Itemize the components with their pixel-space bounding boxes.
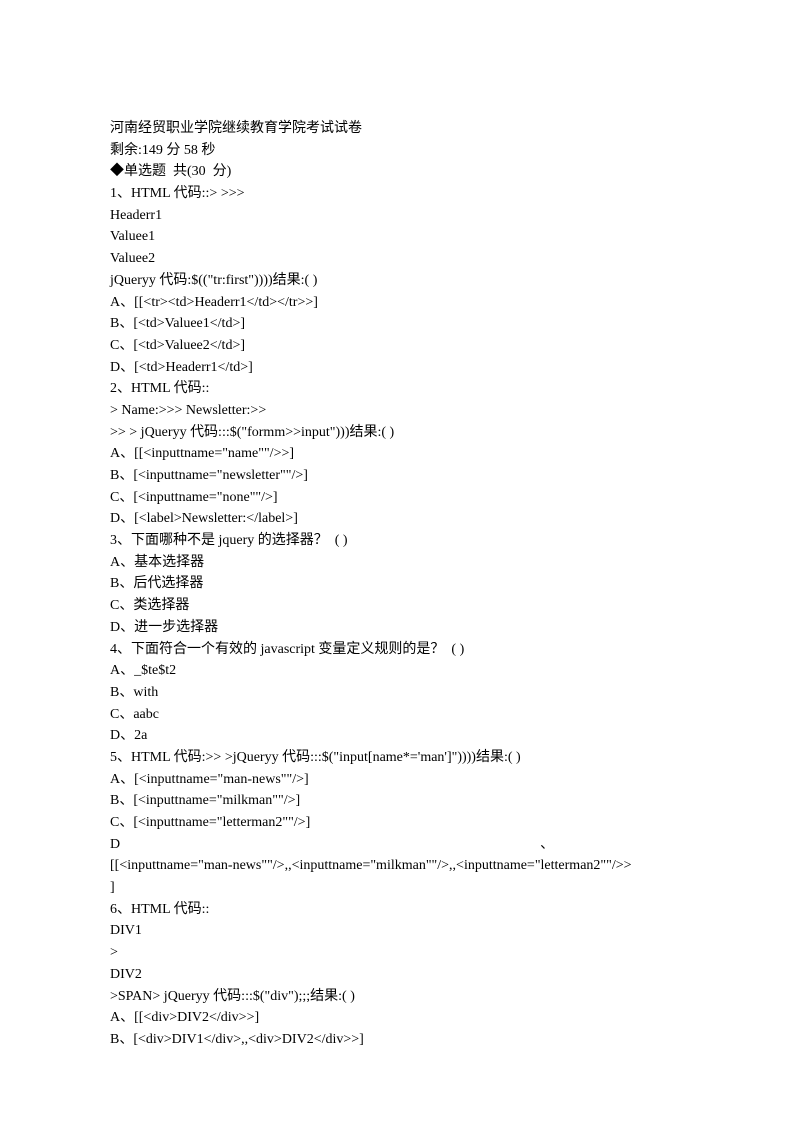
text-line: ◆单选题 共(30 分) <box>110 161 693 183</box>
text-line: D、进一步选择器 <box>110 617 693 639</box>
text-line: 河南经贸职业学院继续教育学院考试试卷 <box>110 118 693 140</box>
text-line: B、[<inputtname="milkman""/>] <box>110 790 693 812</box>
text-line: D、[<label>Newsletter:</label>] <box>110 508 693 530</box>
text-line: 4、下面符合一个有效的 javascript 变量定义规则的是？ ( ) <box>110 639 693 661</box>
text-line: [[<inputtname="man-news""/>,,<inputtname… <box>110 855 693 877</box>
exam-document: 河南经贸职业学院继续教育学院考试试卷剩余:149 分 58 秒◆单选题 共(30… <box>110 118 693 1051</box>
text-line: > Name:>>> Newsletter:>> <box>110 400 693 422</box>
text-line: A、_$te$t2 <box>110 660 693 682</box>
text-line: Headerr1 <box>110 205 693 227</box>
text-line: A、[[<tr><td>Headerr1</td></tr>>] <box>110 292 693 314</box>
text-line: A、基本选择器 <box>110 552 693 574</box>
text-line: jQueryy 代码:$(("tr:first"))))结果:( ) <box>110 270 693 292</box>
text-line: 1、HTML 代码::> >>> <box>110 183 693 205</box>
text-line: 6、HTML 代码:: <box>110 899 693 921</box>
text-line: Valuee1 <box>110 226 693 248</box>
text-line: C、[<inputtname="none""/>] <box>110 487 693 509</box>
text-line: B、[<inputtname="newsletter""/>] <box>110 465 693 487</box>
text-line: B、[<td>Valuee1</td>] <box>110 313 693 335</box>
text-line: B、with <box>110 682 693 704</box>
text-line: >SPAN> jQueryy 代码:::$("div");;;结果:( ) <box>110 986 693 1008</box>
text-line: DIV2 <box>110 964 693 986</box>
text-line: 2、HTML 代码:: <box>110 378 693 400</box>
text-line: C、[<inputtname="letterman2""/>] <box>110 812 693 834</box>
text-line: DIV1 <box>110 920 693 942</box>
text-line: Valuee2 <box>110 248 693 270</box>
text-line: B、[<div>DIV1</div>,,<div>DIV2</div>>] <box>110 1029 693 1051</box>
text-line: 剩余:149 分 58 秒 <box>110 140 693 162</box>
text-line: B、后代选择器 <box>110 573 693 595</box>
text-line: A、[<inputtname="man-news""/>] <box>110 769 693 791</box>
text-line: > <box>110 942 693 964</box>
text-line: D、2a <box>110 725 693 747</box>
text-line: >> > jQueryy 代码:::$("formm>>input")))结果:… <box>110 422 693 444</box>
text-line: ] <box>110 877 693 899</box>
text-line: C、类选择器 <box>110 595 693 617</box>
text-line: D、[<td>Headerr1</td>] <box>110 357 693 379</box>
text-line: D 、 <box>110 834 693 856</box>
text-line: A、[[<inputtname="name""/>>] <box>110 443 693 465</box>
text-line: C、aabc <box>110 704 693 726</box>
text-line: 5、HTML 代码:>> >jQueryy 代码:::$("input[name… <box>110 747 693 769</box>
text-line: A、[[<div>DIV2</div>>] <box>110 1007 693 1029</box>
text-line: 3、下面哪种不是 jquery 的选择器？ ( ) <box>110 530 693 552</box>
text-line: C、[<td>Valuee2</td>] <box>110 335 693 357</box>
